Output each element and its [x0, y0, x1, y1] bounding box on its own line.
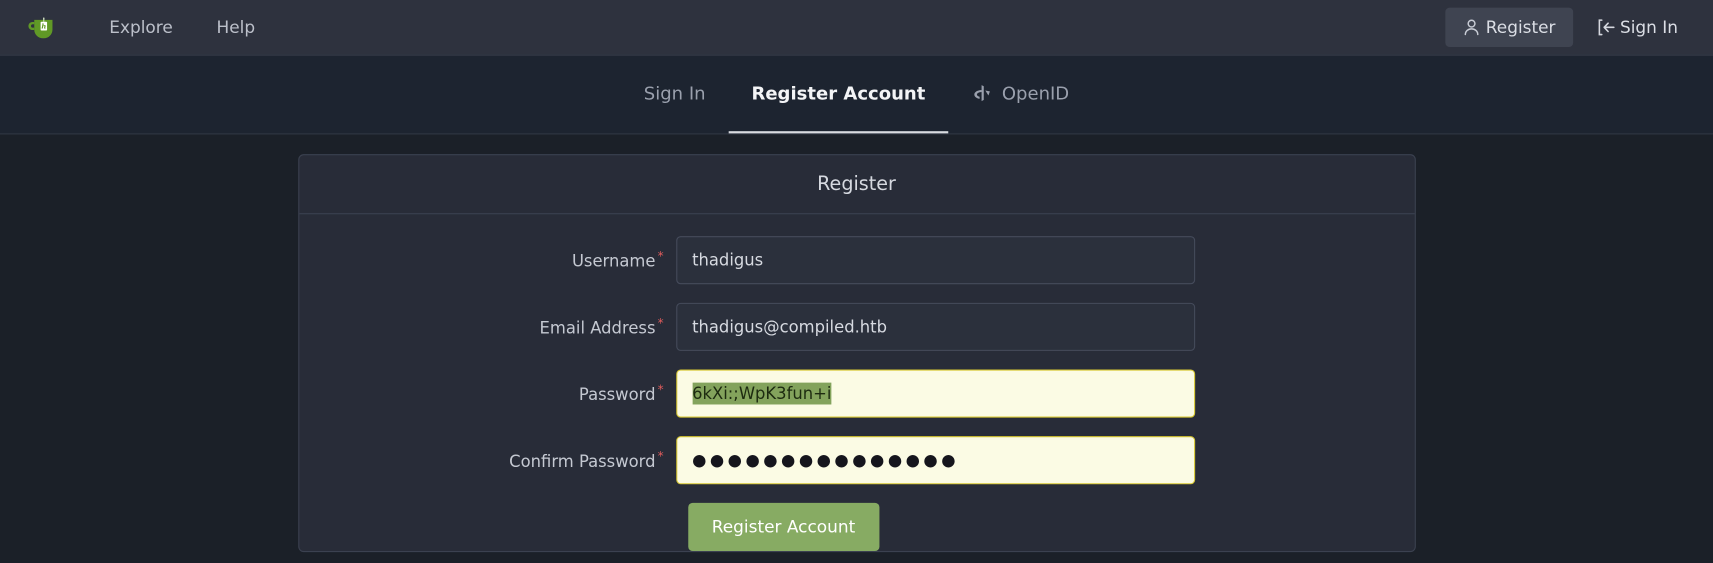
password-input-value: 6kXi:;WpK3fun+i [692, 382, 832, 405]
email-address-input[interactable]: thadigus@compiled.htb [675, 302, 1195, 351]
submit-row: Register Account [299, 502, 1414, 551]
field-confirm-password: Confirm Password * ●●●●●●●●●●●●●●● [299, 436, 1414, 485]
confirm-password-input-value: ●●●●●●●●●●●●●●● [692, 450, 960, 471]
tab-register-account[interactable]: Register Account [728, 56, 949, 134]
tab-openid-label: OpenID [1001, 83, 1070, 104]
username-input[interactable]: thadigus [675, 236, 1195, 285]
username-label-text: Username [571, 251, 656, 272]
nav-link-explore[interactable]: Explore [87, 0, 194, 55]
field-password: Password * 6kXi:;WpK3fun+i [299, 369, 1414, 418]
tab-openid[interactable]: OpenID [948, 56, 1092, 134]
register-account-button[interactable]: Register Account [687, 502, 880, 551]
email-address-input-value: thadigus@compiled.htb [692, 317, 888, 337]
page-root: h Explore Help Register Sign In Sign In … [0, 0, 1713, 563]
main-content: Register Username * thadigus Email Addres… [0, 134, 1713, 562]
register-button[interactable]: Register [1445, 7, 1574, 48]
tab-sign-in[interactable]: Sign In [621, 56, 729, 134]
auth-tab-bar: Sign In Register Account OpenID [0, 55, 1713, 135]
openid-icon [971, 83, 992, 104]
register-button-label: Register [1485, 17, 1556, 38]
field-email-address: Email Address * thadigus@compiled.htb [299, 302, 1414, 351]
username-required-marker: * [657, 249, 664, 264]
submit-spacer [299, 503, 676, 551]
confirm-password-label: Confirm Password * [299, 449, 676, 471]
username-input-value: thadigus [692, 250, 764, 271]
register-form: Username * thadigus Email Address * thadig… [299, 214, 1414, 551]
confirm-password-required-marker: * [657, 449, 664, 464]
gitea-logo-icon[interactable]: h [24, 9, 61, 46]
password-required-marker: * [657, 382, 664, 397]
panel-title: Register [298, 155, 1415, 215]
tab-sign-in-label: Sign In [643, 83, 706, 104]
username-label: Username * [299, 249, 676, 271]
field-username: Username * thadigus [299, 236, 1414, 285]
email-address-label: Email Address * [299, 316, 676, 338]
register-panel: Register Username * thadigus Email Addres… [297, 154, 1416, 553]
sign-in-link[interactable]: Sign In [1582, 8, 1694, 47]
navbar-left-links: Explore Help [87, 0, 277, 55]
auth-tabs: Sign In Register Account OpenID [621, 56, 1092, 134]
password-label: Password * [299, 383, 676, 405]
password-input[interactable]: 6kXi:;WpK3fun+i [675, 369, 1195, 418]
tab-register-account-label: Register Account [751, 83, 926, 104]
person-icon [1463, 19, 1480, 36]
nav-link-help[interactable]: Help [195, 0, 277, 55]
password-label-text: Password [578, 384, 656, 405]
sign-in-icon [1597, 19, 1616, 36]
email-address-label-text: Email Address [539, 318, 656, 338]
navbar: h Explore Help Register Sign In [0, 0, 1713, 56]
sign-in-link-label: Sign In [1619, 17, 1679, 38]
confirm-password-input[interactable]: ●●●●●●●●●●●●●●● [675, 436, 1195, 485]
navbar-right-actions: Register Sign In [1445, 7, 1694, 48]
svg-text:h: h [41, 22, 46, 30]
email-address-required-marker: * [657, 315, 664, 331]
confirm-password-label-text: Confirm Password [509, 451, 656, 472]
